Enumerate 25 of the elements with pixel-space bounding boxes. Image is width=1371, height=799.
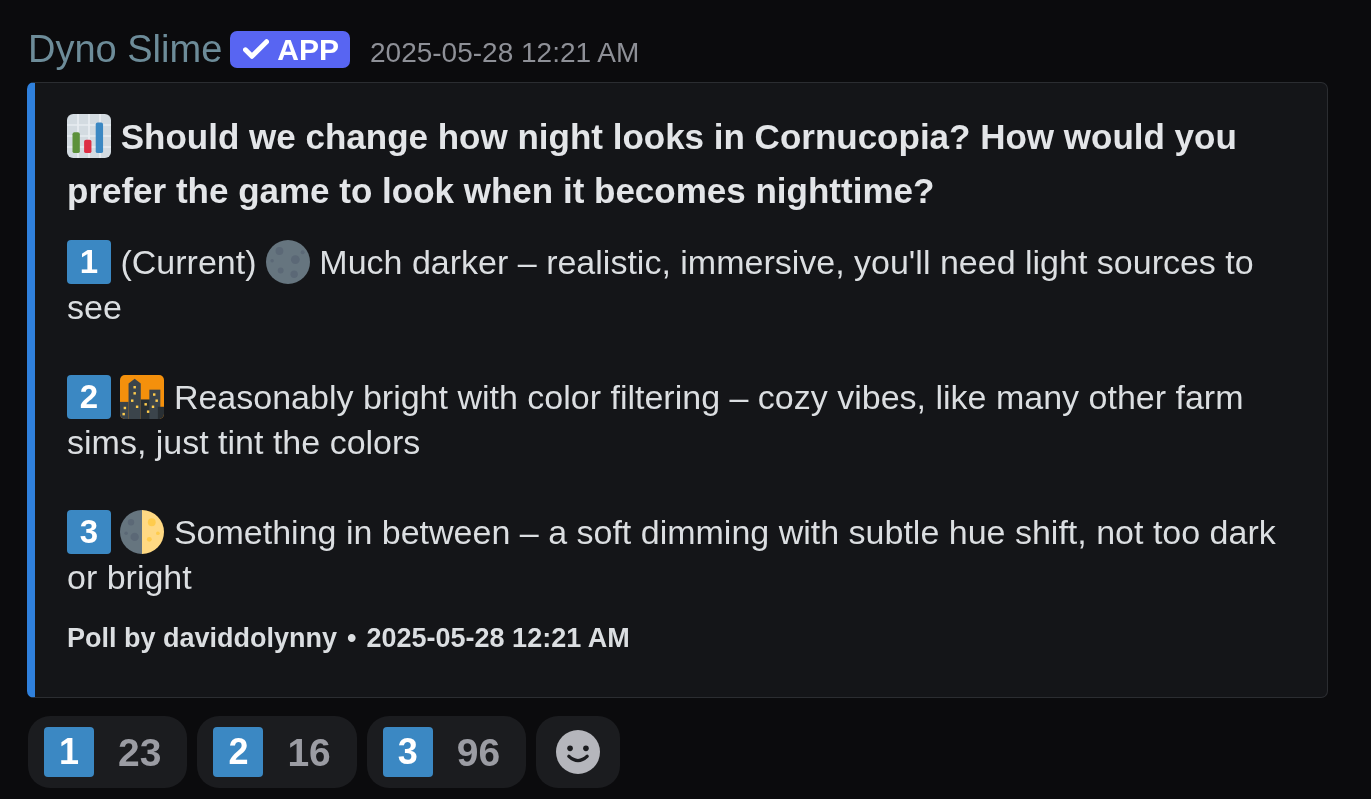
poll-option: 3 Something in between – a soft dimming with subtle hue shift, not too dark or bright: [67, 510, 1290, 600]
bar-chart-icon: [67, 114, 111, 158]
number-keycap: 3: [382, 727, 433, 777]
footer-separator: •: [347, 623, 357, 653]
message-timestamp: 2025-05-28 12:21 AM: [370, 36, 640, 70]
reaction-button[interactable]: 3 96: [366, 716, 527, 788]
number-keycap: 1: [44, 727, 94, 777]
smiley-icon: [556, 730, 601, 774]
poll-option: 2 Reasonably bright with color filtering – cozy vibes, like many other farm sims, just tint the colors: [67, 375, 1290, 465]
poll-timestamp: 2025-05-28 12:21 AM: [366, 623, 630, 653]
poll-option: 1 (Current) Much darker – realistic, immersive, you'll need light sources to see: [67, 240, 1290, 330]
number-keycap: 2: [67, 375, 111, 419]
poll-author: Poll by daviddolynny: [67, 623, 338, 653]
city-skyline-icon: [120, 375, 165, 419]
app-label: APP: [277, 31, 339, 68]
half-moon-icon: [120, 510, 165, 554]
add-reaction-button[interactable]: [536, 716, 621, 788]
number-keycap: 2: [213, 727, 264, 777]
dark-moon-icon: [265, 240, 310, 284]
author-name[interactable]: Dyno Slime: [28, 29, 223, 69]
reaction-button[interactable]: 1 23: [28, 716, 188, 788]
poll-question: Should we change how night looks in Cornucopia? How would you prefer the game to look when it becomes nighttime?: [67, 110, 1290, 218]
number-keycap: 1: [67, 240, 111, 284]
reaction-button[interactable]: 2 16: [197, 716, 357, 788]
number-keycap: 3: [67, 510, 111, 554]
